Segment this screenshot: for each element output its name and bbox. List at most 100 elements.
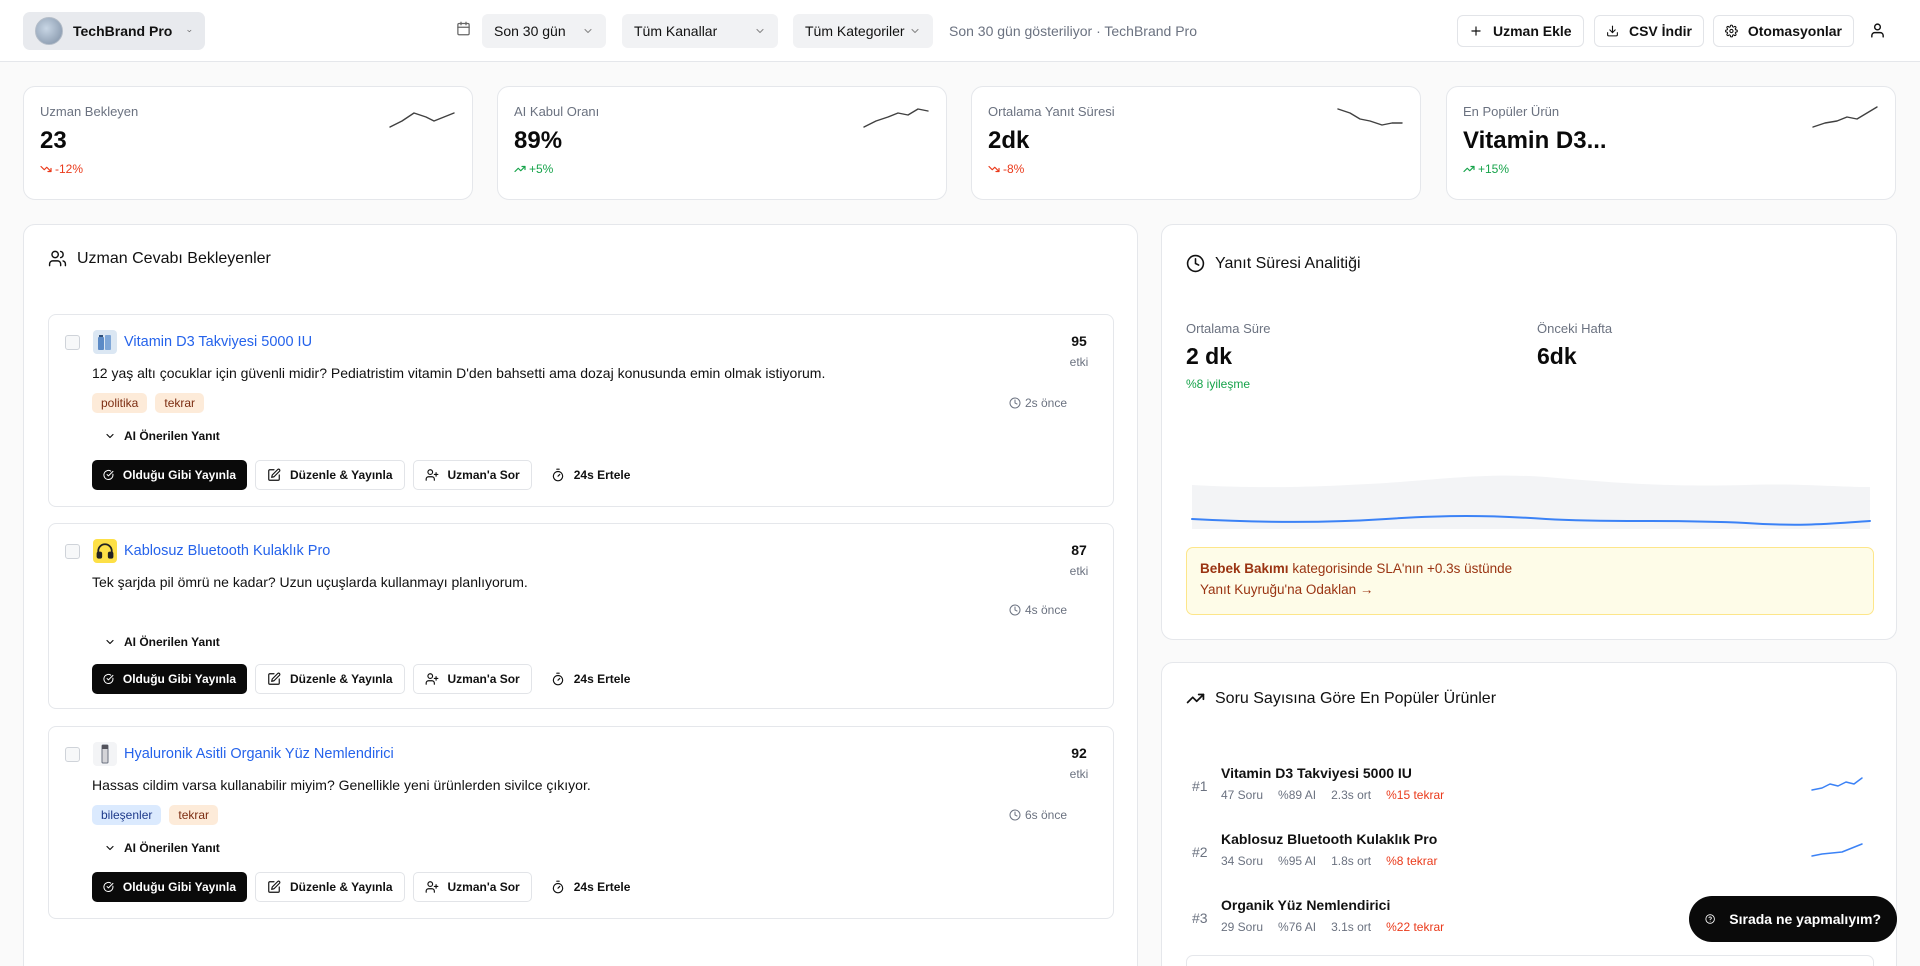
product-meta: 29 Soru %76 AI 3.1s ort %22 tekrar: [1221, 920, 1444, 934]
ai-suggestion-label: AI Önerilen Yanıt: [124, 635, 220, 649]
kpi-title: Ortalama Yanıt Süresi: [988, 104, 1115, 119]
product-link[interactable]: Hyaluronik Asitli Organik Yüz Nemlendiri…: [124, 746, 394, 762]
chevron-down-icon: [106, 639, 114, 645]
calendar-icon: [457, 21, 470, 36]
channel-select[interactable]: Tüm Kanallar: [622, 14, 778, 48]
repeat-rate: %22 tekrar: [1386, 920, 1445, 934]
ask-expert-button[interactable]: Uzman'a Sor: [412, 460, 532, 490]
sla-warning-text: Bebek Bakımı kategorisinde SLA'nın +0.3s…: [1200, 561, 1860, 576]
kpi-value: 23: [40, 127, 67, 154]
gear-icon: [1725, 24, 1738, 38]
channel-value: Tüm Kanallar: [634, 23, 718, 39]
next-step-help-label: Sırada ne yapmalıyım?: [1729, 911, 1881, 927]
user-icon[interactable]: [1869, 22, 1886, 39]
product-thumbnail-headphones: [93, 539, 117, 563]
kpi-card-expert-pending: Uzman Bekleyen 23 -12%: [23, 86, 473, 200]
question-card: Hyaluronik Asitli Organik Yüz Nemlendiri…: [48, 726, 1114, 919]
check-circle-icon: [103, 674, 114, 684]
impact-score-value: 95: [1071, 333, 1087, 349]
kpi-value: Vitamin D3...: [1463, 127, 1607, 154]
trending-up-icon: [1463, 165, 1475, 173]
impact-score-value: 87: [1071, 542, 1087, 558]
ai-suggestion-toggle[interactable]: AI Önerilen Yanıt: [104, 429, 220, 443]
add-expert-button[interactable]: Uzman Ekle: [1457, 15, 1584, 47]
snooze-button[interactable]: 24s Ertele: [540, 872, 642, 902]
response-time-analytics-panel: Yanıt Süresi Analitiği Ortalama Süre 2 d…: [1161, 224, 1897, 640]
ai-suggestion-toggle[interactable]: AI Önerilen Yanıt: [104, 841, 220, 855]
question-count: 29 Soru: [1221, 920, 1264, 934]
kpi-delta: +5%: [514, 162, 553, 176]
ai-rate: %89 AI: [1278, 788, 1317, 802]
product-row[interactable]: #2 Kablosuz Bluetooth Kulaklık Pro 34 So…: [1186, 830, 1874, 880]
kpi-title: En Popüler Ürün: [1463, 104, 1560, 119]
question-card: Vitamin D3 Takviyesi 5000 IU 95 etki 12 …: [48, 314, 1114, 507]
help-circle-icon: [1705, 914, 1715, 924]
queue-header: Uzman Cevabı Bekleyenler: [48, 249, 271, 268]
products-title: Soru Sayısına Göre En Popüler Ürünler: [1215, 689, 1497, 707]
edit-publish-button[interactable]: Düzenle & Yayınla: [255, 872, 405, 902]
focus-queue-link[interactable]: Yanıt Kuyruğu'na Odaklan →: [1200, 582, 1860, 597]
expert-queue-panel: Uzman Cevabı Bekleyenler Vitamin D3 Takv…: [23, 224, 1138, 966]
kpi-sparkline: [389, 112, 455, 128]
publish-as-is-button[interactable]: Olduğu Gibi Yayınla: [92, 460, 247, 490]
impact-score-value: 92: [1071, 745, 1087, 761]
products-footer-button[interactable]: [1186, 955, 1874, 966]
snooze-button[interactable]: 24s Ertele: [540, 460, 642, 490]
edit-icon: [268, 468, 281, 481]
check-circle-icon: [103, 882, 114, 892]
analytics-title: Yanıt Süresi Analitiği: [1215, 254, 1361, 272]
date-range-select[interactable]: Son 30 gün: [482, 14, 606, 48]
clock-icon: [1009, 397, 1021, 409]
chevron-down-icon: [911, 28, 919, 34]
kpi-delta-value: -8%: [1003, 162, 1025, 176]
chevron-down-icon: [106, 845, 114, 851]
kpi-delta: -12%: [40, 162, 83, 176]
question-actions: Olduğu Gibi Yayınla Düzenle & Yayınla Uz…: [92, 872, 641, 902]
tag-badge: politika: [92, 393, 148, 413]
product-link[interactable]: Vitamin D3 Takviyesi 5000 IU: [124, 334, 312, 350]
clock-icon: [1009, 809, 1021, 821]
snooze-label: 24s Ertele: [573, 468, 631, 482]
prev-week-value: 6dk: [1537, 343, 1577, 369]
users-icon: [48, 250, 67, 267]
question-time-value: 2s önce: [1024, 396, 1067, 410]
repeat-rate: %8 tekrar: [1386, 854, 1438, 868]
product-meta: 47 Soru %89 AI 2.3s ort %15 tekrar: [1221, 788, 1444, 802]
edit-publish-button[interactable]: Düzenle & Yayınla: [255, 664, 405, 694]
publish-as-is-button[interactable]: Olduğu Gibi Yayınla: [92, 664, 247, 694]
snooze-label: 24s Ertele: [573, 672, 631, 686]
ask-expert-button[interactable]: Uzman'a Sor: [412, 664, 532, 694]
question-card: Kablosuz Bluetooth Kulaklık Pro 87 etki …: [48, 523, 1114, 709]
csv-download-button[interactable]: CSV İndir: [1594, 15, 1704, 47]
select-checkbox[interactable]: [65, 335, 80, 350]
edit-publish-label: Düzenle & Yayınla: [290, 880, 393, 894]
product-name: Vitamin D3 Takviyesi 5000 IU: [1221, 765, 1412, 781]
edit-publish-button[interactable]: Düzenle & Yayınla: [255, 460, 405, 490]
automations-button[interactable]: Otomasyonlar: [1713, 15, 1854, 47]
kpi-title: AI Kabul Oranı: [514, 104, 600, 119]
publish-as-is-button[interactable]: Olduğu Gibi Yayınla: [92, 872, 247, 902]
repeat-rate: %15 tekrar: [1386, 788, 1445, 802]
ask-expert-button[interactable]: Uzman'a Sor: [412, 872, 532, 902]
product-meta: 34 Soru %95 AI 1.8s ort %8 tekrar: [1221, 854, 1437, 868]
tag-list: politika tekrar: [92, 393, 205, 413]
category-select[interactable]: Tüm Kategoriler: [793, 14, 933, 48]
clock-icon: [1186, 254, 1205, 273]
product-row[interactable]: #1 Vitamin D3 Takviyesi 5000 IU 47 Soru …: [1186, 764, 1874, 814]
product-rank: #3: [1192, 910, 1208, 926]
trending-down-icon: [988, 165, 1000, 173]
ai-suggestion-toggle[interactable]: AI Önerilen Yanıt: [104, 635, 220, 649]
impact-score: 87 etki: [1059, 542, 1099, 578]
brand-switcher[interactable]: TechBrand Pro: [23, 12, 205, 50]
kpi-sparkline: [1812, 106, 1878, 128]
product-rank: #1: [1192, 778, 1208, 794]
date-range-value: Son 30 gün: [494, 23, 566, 39]
product-link[interactable]: Kablosuz Bluetooth Kulaklık Pro: [124, 543, 330, 559]
product-sparkline: [1811, 777, 1863, 791]
product-thumbnail-vitamin: [93, 330, 117, 354]
tag-list: bileşenler tekrar: [92, 805, 219, 825]
select-checkbox[interactable]: [65, 747, 80, 762]
snooze-button[interactable]: 24s Ertele: [540, 664, 642, 694]
next-step-help-button[interactable]: Sırada ne yapmalıyım?: [1689, 896, 1897, 942]
select-checkbox[interactable]: [65, 544, 80, 559]
